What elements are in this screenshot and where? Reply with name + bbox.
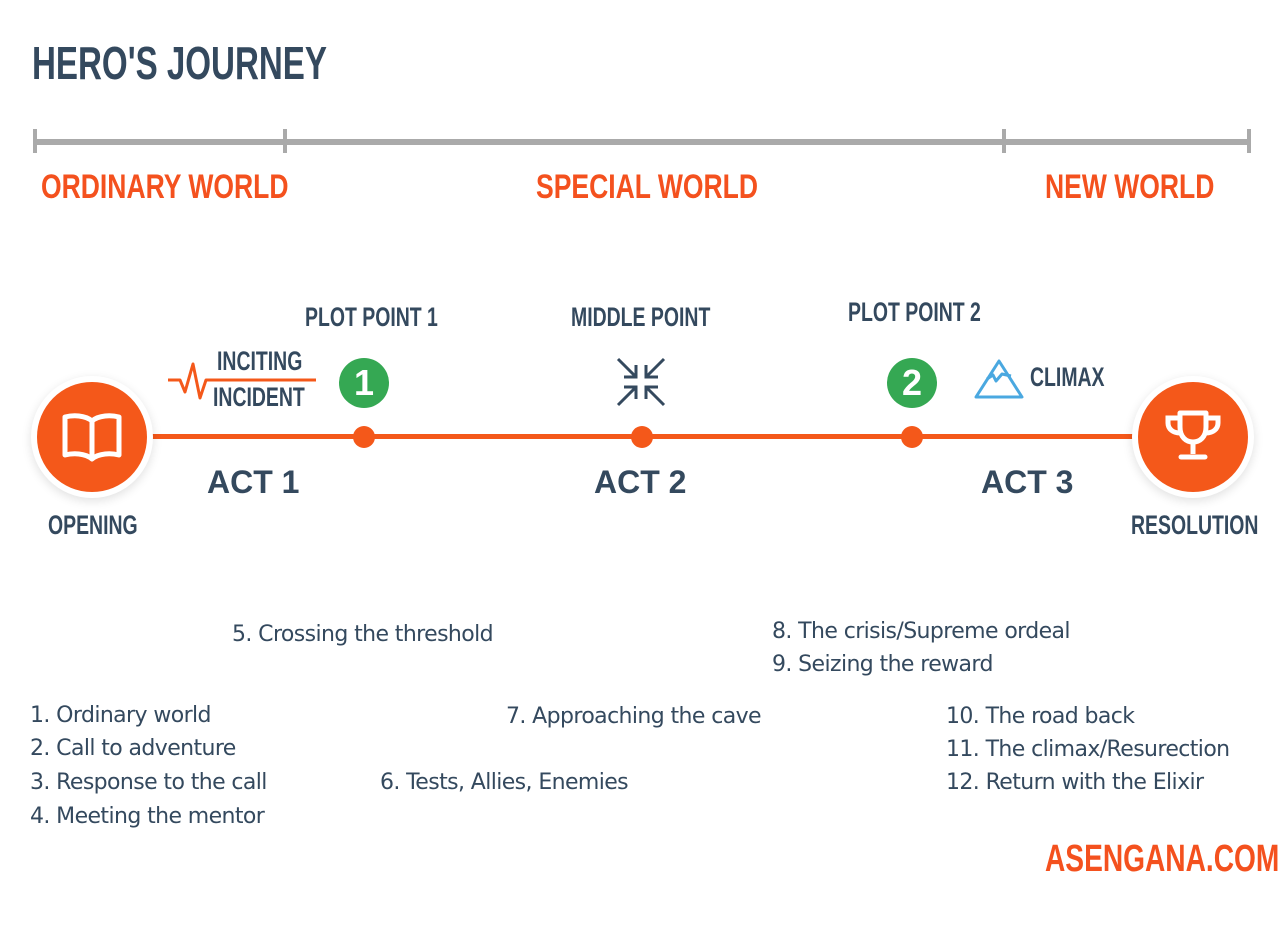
step-item: 8. The crisis/Supreme ordeal <box>772 619 1071 644</box>
plot-point-2-label: PLOT POINT 2 <box>848 297 981 327</box>
climax-label: CLIMAX <box>1030 362 1105 392</box>
ruler-tick <box>1002 129 1006 153</box>
middle-point-dot <box>631 426 653 448</box>
resolution-label: RESOLUTION <box>1131 510 1259 540</box>
inciting-label-1: INCITING <box>217 346 303 376</box>
world-new: NEW WORLD <box>1045 168 1215 206</box>
act-2-label: ACT 2 <box>594 464 687 500</box>
step-item: 10. The road back <box>946 704 1135 729</box>
resolution-node <box>1138 382 1248 492</box>
step-item: 6. Tests, Allies, Enemies <box>380 770 629 795</box>
plot-point-1-badge: 1 <box>339 358 389 408</box>
book-icon <box>62 413 122 462</box>
ruler-tick <box>283 129 287 153</box>
plot-point-1-label: PLOT POINT 1 <box>305 302 438 332</box>
step-item: 12. Return with the Elixir <box>946 770 1204 795</box>
step-item: 1. Ordinary world <box>30 703 212 728</box>
opening-node <box>37 382 147 492</box>
plot-point-2-dot <box>901 426 923 448</box>
world-ordinary: ORDINARY WORLD <box>41 168 289 206</box>
step-item: 7. Approaching the cave <box>506 704 762 729</box>
page-title: HERO'S JOURNEY <box>32 37 327 89</box>
step-item: 4. Meeting the mentor <box>30 804 265 829</box>
opening-label: OPENING <box>48 510 138 540</box>
act-1-label: ACT 1 <box>207 464 300 500</box>
brand-link[interactable]: ASENGANA.COM <box>1045 838 1279 881</box>
step-item: 9. Seizing the reward <box>772 652 993 677</box>
world-special: SPECIAL WORLD <box>536 168 758 206</box>
step-item: 11. The climax/Resurection <box>946 737 1230 762</box>
step-item: 2. Call to adventure <box>30 736 236 761</box>
mountain-icon <box>974 359 1024 399</box>
plot-point-2-badge: 2 <box>887 358 937 408</box>
trophy-icon <box>1165 410 1221 460</box>
ruler-tick <box>33 129 37 153</box>
step-item: 3. Response to the call <box>30 770 267 795</box>
ruler-tick <box>1247 129 1251 153</box>
world-ruler <box>33 139 1251 145</box>
middle-point-label: MIDDLE POINT <box>571 302 711 332</box>
compress-arrows-icon <box>616 357 666 407</box>
step-item: 5. Crossing the threshold <box>232 622 494 647</box>
inciting-label-2: INCIDENT <box>213 382 305 412</box>
act-3-label: ACT 3 <box>981 464 1074 500</box>
plot-point-1-dot <box>353 426 375 448</box>
